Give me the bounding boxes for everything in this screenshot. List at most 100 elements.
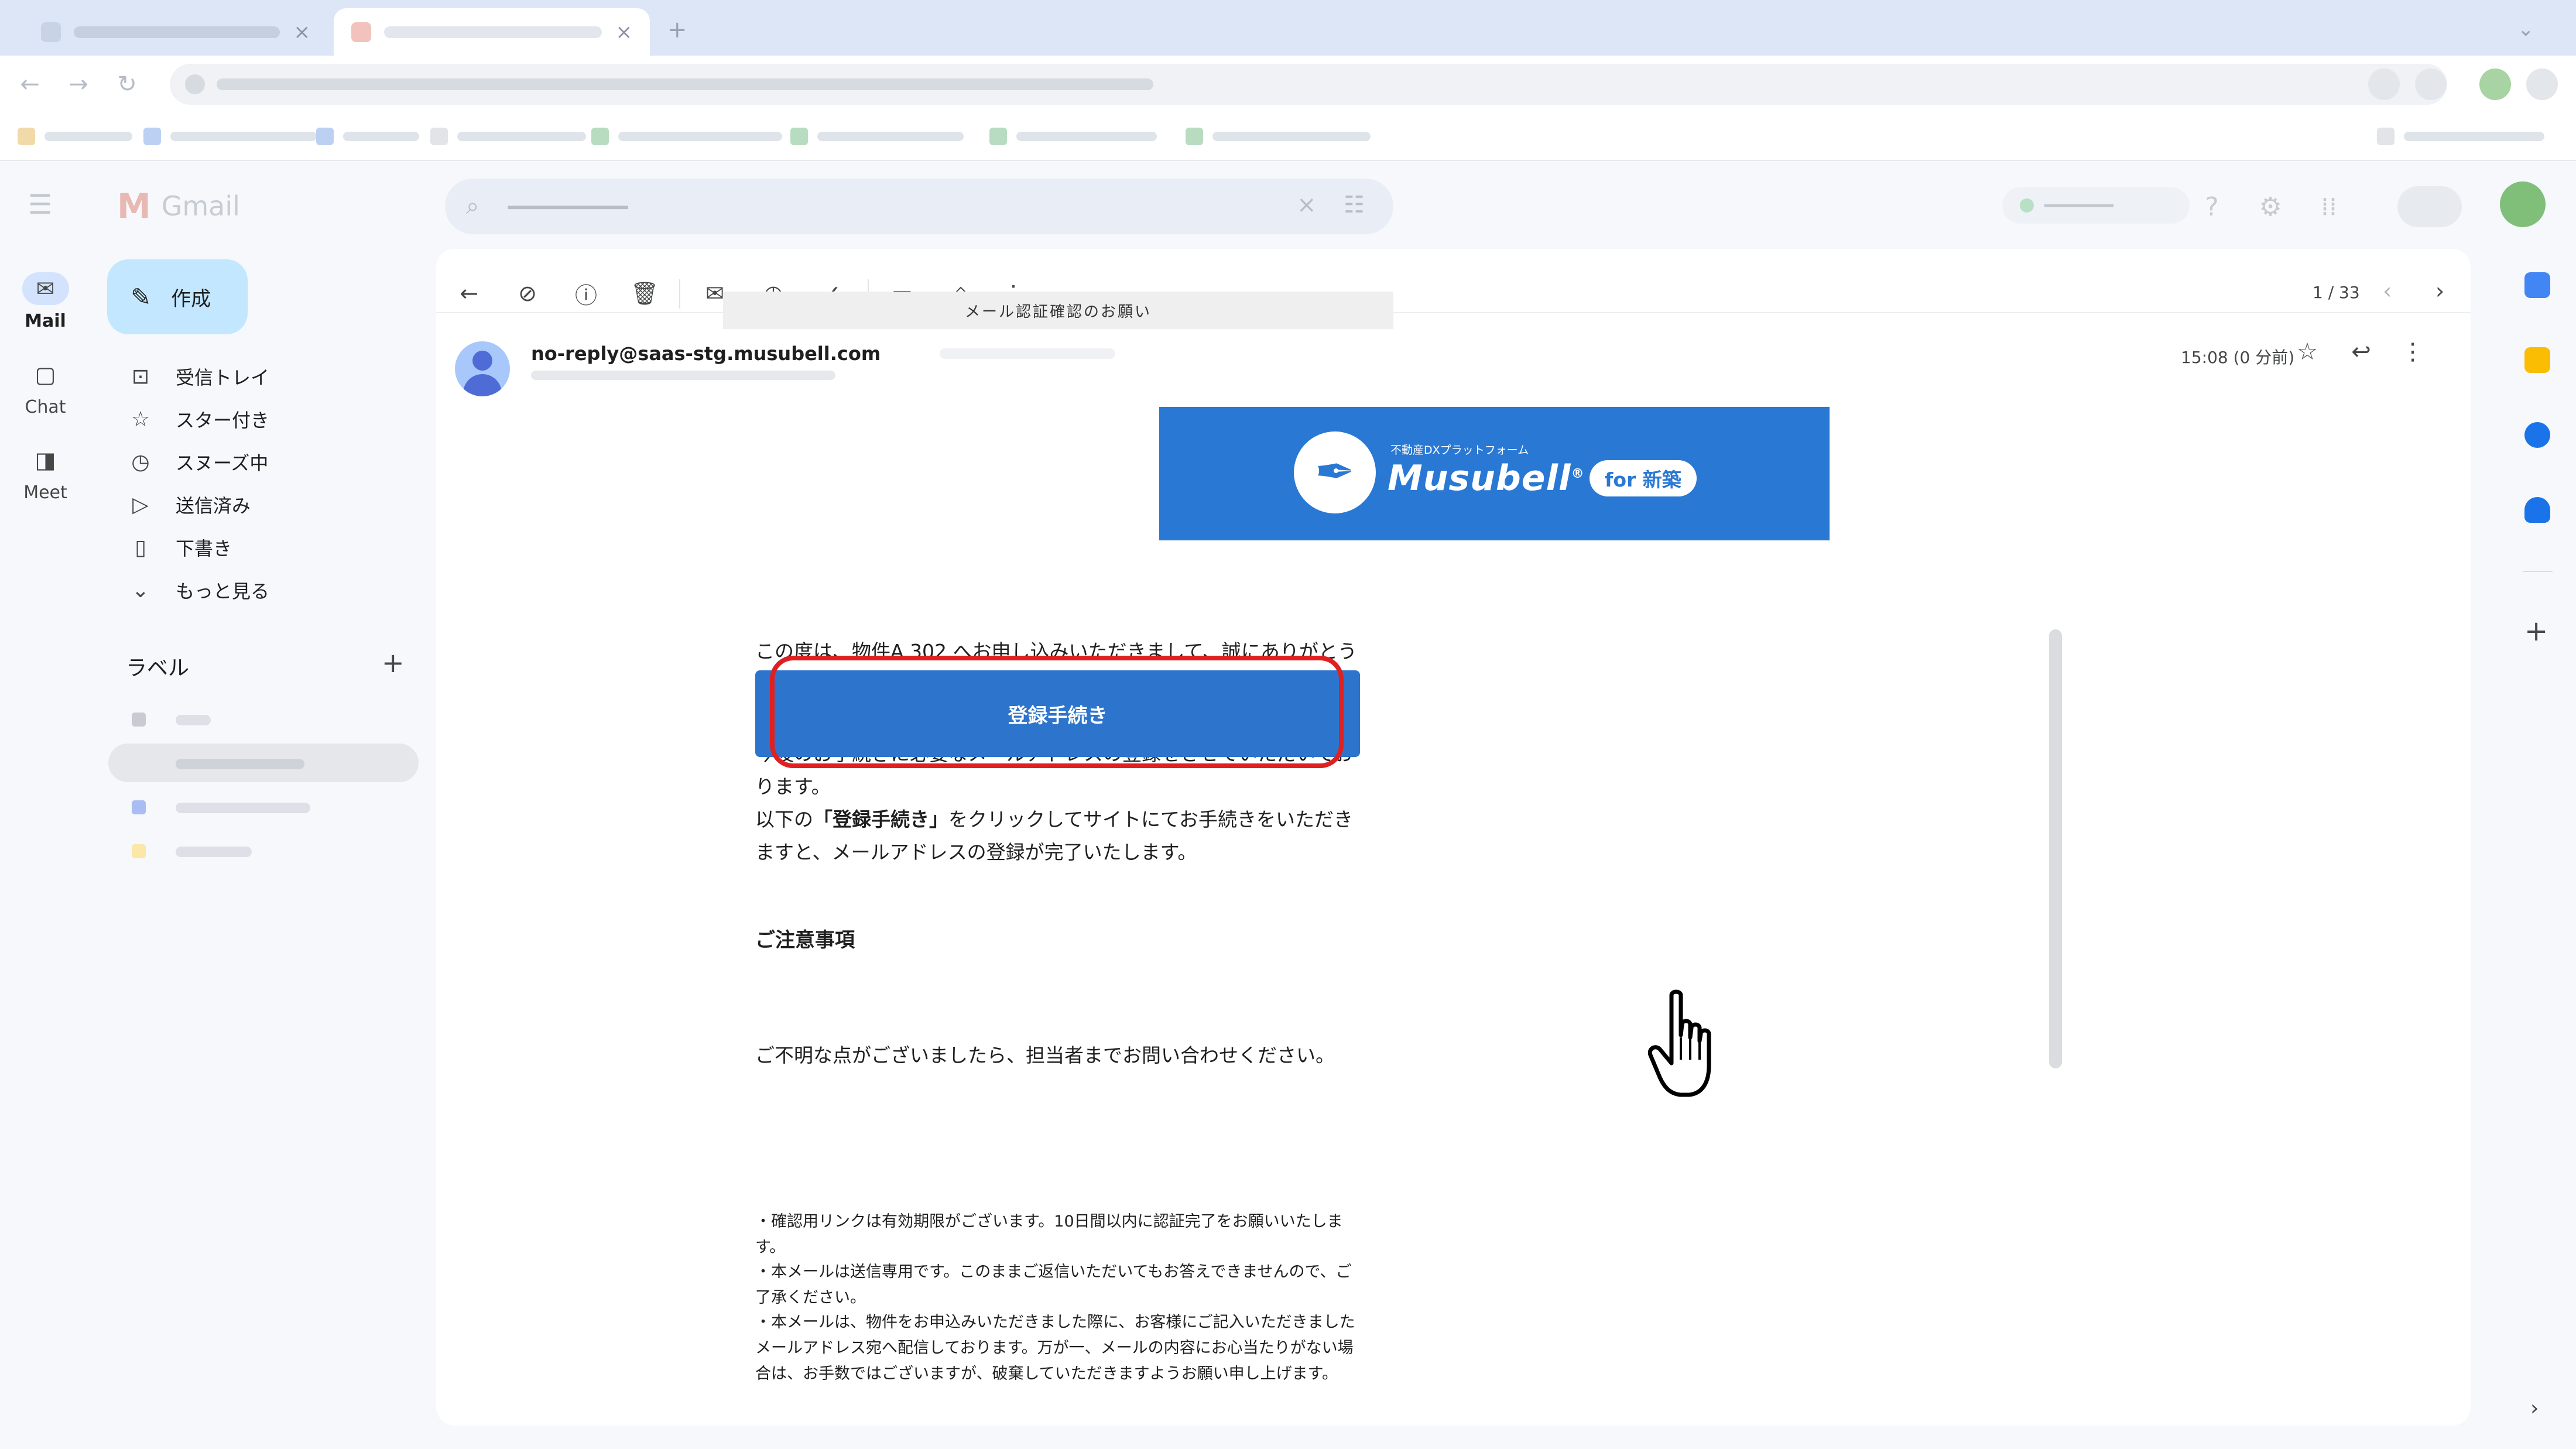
hand-pointer-cursor-icon bbox=[1648, 989, 1711, 1097]
musubell-logo-icon: ✒ bbox=[1294, 431, 1376, 513]
browser-tab-active[interactable]: × bbox=[334, 8, 650, 56]
sender-meta-redacted bbox=[940, 348, 1115, 359]
rail-item-chat[interactable]: ▢ Chat bbox=[0, 358, 91, 417]
label-name-redacted bbox=[176, 803, 310, 813]
email-paragraph-line: 以下の「登録手続き」をクリックしてサイトにてお手続きをいただきますと、メールアド… bbox=[755, 803, 1364, 869]
tab-search-icon[interactable]: ⌄ bbox=[2517, 18, 2534, 41]
draft-icon: ▯ bbox=[135, 535, 146, 560]
account-avatar[interactable] bbox=[2500, 181, 2546, 227]
rail-item-meet[interactable]: ◨ Meet bbox=[0, 444, 91, 503]
calendar-icon[interactable] bbox=[2524, 272, 2550, 298]
brand-name: Musubell bbox=[1388, 458, 1571, 499]
chevron-right-icon[interactable]: › bbox=[2530, 1396, 2539, 1420]
browser-toolbar: ← → ↻ bbox=[0, 56, 2576, 113]
close-icon[interactable]: × bbox=[616, 20, 633, 44]
browser-menu-icon[interactable] bbox=[2526, 68, 2558, 100]
help-icon[interactable]: ? bbox=[2195, 190, 2228, 223]
bookmark-item[interactable] bbox=[591, 127, 782, 146]
chevron-right-icon[interactable]: › bbox=[2435, 278, 2444, 304]
forward-icon[interactable]: → bbox=[61, 67, 95, 101]
sidebar-item-starred[interactable]: ☆ スター付き bbox=[108, 400, 419, 439]
red-highlight-outline bbox=[770, 656, 1344, 768]
bookmark-star-icon[interactable] bbox=[2368, 68, 2400, 100]
message-timestamp: 15:08 (0 分前) bbox=[2181, 348, 2295, 367]
label-item[interactable] bbox=[108, 831, 419, 870]
keep-icon[interactable] bbox=[2524, 347, 2550, 373]
search-options-icon[interactable]: ☷ bbox=[1344, 191, 1365, 218]
brand-mark: ® bbox=[1571, 467, 1585, 481]
compose-button[interactable]: ✎ 作成 bbox=[107, 259, 248, 334]
label-color-icon bbox=[132, 844, 146, 858]
pen-nib-icon: ✒ bbox=[1314, 444, 1355, 500]
browser-tab-strip: × × + ⌄ bbox=[0, 0, 2576, 56]
sidebar-item-drafts[interactable]: ▯ 下書き bbox=[108, 528, 419, 567]
settings-gear-icon[interactable]: ⚙ bbox=[2254, 190, 2287, 223]
sender-address[interactable]: no-reply@saas-stg.musubell.com bbox=[531, 342, 881, 365]
add-addon-icon[interactable]: + bbox=[2524, 615, 2548, 648]
reload-icon[interactable]: ↻ bbox=[110, 67, 144, 101]
gmail-logo[interactable]: M Gmail bbox=[117, 186, 240, 226]
browser-tab[interactable]: × bbox=[23, 8, 328, 56]
tasks-icon[interactable] bbox=[2524, 422, 2550, 448]
new-tab-icon[interactable]: + bbox=[667, 16, 687, 43]
note-item: ・確認用リンクは有効期限がございます。10日間以内に認証完了をお願いいたします。 bbox=[755, 1212, 1343, 1256]
video-camera-icon: ◨ bbox=[35, 447, 56, 473]
bookmark-item[interactable] bbox=[143, 127, 317, 146]
address-bar[interactable] bbox=[170, 64, 2447, 105]
reply-icon[interactable]: ↩ bbox=[2346, 337, 2376, 367]
apps-icon[interactable]: ⁞⁞ bbox=[2313, 190, 2345, 223]
sidebar-item-inbox[interactable]: ⊡ 受信トレイ bbox=[108, 357, 419, 396]
label-item[interactable] bbox=[108, 700, 419, 738]
bookmark-item[interactable] bbox=[316, 127, 419, 146]
more-vertical-icon[interactable]: ⋮ bbox=[2397, 337, 2428, 367]
sender-avatar[interactable] bbox=[455, 341, 510, 396]
report-spam-icon[interactable]: ⓘ bbox=[571, 278, 601, 309]
close-icon[interactable]: × bbox=[294, 20, 311, 44]
banner-brand: Musubell® bbox=[1388, 458, 1585, 499]
gmail-wordmark: Gmail bbox=[161, 190, 240, 222]
archive-icon[interactable]: ⊘ bbox=[512, 278, 543, 309]
extension-icon[interactable] bbox=[2415, 68, 2447, 100]
label-color-icon bbox=[132, 756, 146, 770]
bookmark-item[interactable] bbox=[790, 127, 964, 146]
sidebar-item-sent[interactable]: ▷ 送信済み bbox=[108, 485, 419, 524]
bookmark-item[interactable] bbox=[989, 127, 1157, 146]
pencil-icon: ✎ bbox=[131, 282, 152, 311]
inbox-icon: ⊡ bbox=[131, 364, 150, 389]
account-switcher[interactable] bbox=[2397, 186, 2462, 227]
bookmark-item[interactable] bbox=[430, 127, 586, 146]
site-info-icon[interactable] bbox=[185, 74, 205, 94]
star-icon[interactable]: ☆ bbox=[2292, 337, 2322, 367]
all-bookmarks[interactable] bbox=[2377, 127, 2544, 146]
search-bar[interactable]: ⌕ ━━━━━━━━━━ × ☷ bbox=[445, 179, 1393, 234]
chevron-left-icon[interactable]: ‹ bbox=[2383, 278, 2392, 304]
mail-icon: ✉ bbox=[22, 272, 69, 305]
profile-icon[interactable] bbox=[2479, 68, 2511, 100]
rail-label-chat: Chat bbox=[25, 397, 66, 417]
bookmark-item[interactable] bbox=[1186, 127, 1371, 146]
sidebar-item-snoozed[interactable]: ◷ スヌーズ中 bbox=[108, 443, 419, 481]
rail-item-mail[interactable]: ✉ Mail bbox=[0, 272, 91, 331]
message-scrollbar[interactable] bbox=[2049, 629, 2062, 1068]
clear-search-icon[interactable]: × bbox=[1297, 191, 1317, 218]
add-label-icon[interactable]: + bbox=[382, 647, 405, 679]
sidebar-item-more[interactable]: ⌄ もっと見る bbox=[108, 571, 419, 609]
star-icon: ☆ bbox=[131, 407, 150, 431]
label-color-icon bbox=[132, 712, 146, 727]
tab-title-redacted bbox=[74, 26, 280, 38]
tab-favicon-icon bbox=[41, 22, 61, 42]
email-paragraph-contact: ご不明な点がございましたら、担当者までお問い合わせください。 bbox=[755, 1044, 1335, 1067]
sidebar-item-label: スヌーズ中 bbox=[176, 452, 269, 474]
back-icon[interactable]: ← bbox=[13, 67, 47, 101]
status-indicator[interactable]: ━━━━━━━ bbox=[2002, 187, 2190, 224]
banner-tagline: 不動産DXプラットフォーム bbox=[1390, 444, 1529, 457]
label-name-redacted bbox=[176, 847, 252, 857]
back-to-inbox-icon[interactable]: ← bbox=[454, 278, 484, 309]
delete-icon[interactable]: 🗑 bbox=[629, 278, 660, 309]
bookmark-item[interactable] bbox=[18, 127, 132, 146]
label-item[interactable] bbox=[108, 787, 419, 826]
search-icon[interactable]: ⌕ bbox=[466, 193, 479, 220]
label-item-active[interactable] bbox=[108, 744, 419, 782]
contacts-icon[interactable] bbox=[2524, 497, 2550, 523]
label-color-icon bbox=[132, 800, 146, 814]
